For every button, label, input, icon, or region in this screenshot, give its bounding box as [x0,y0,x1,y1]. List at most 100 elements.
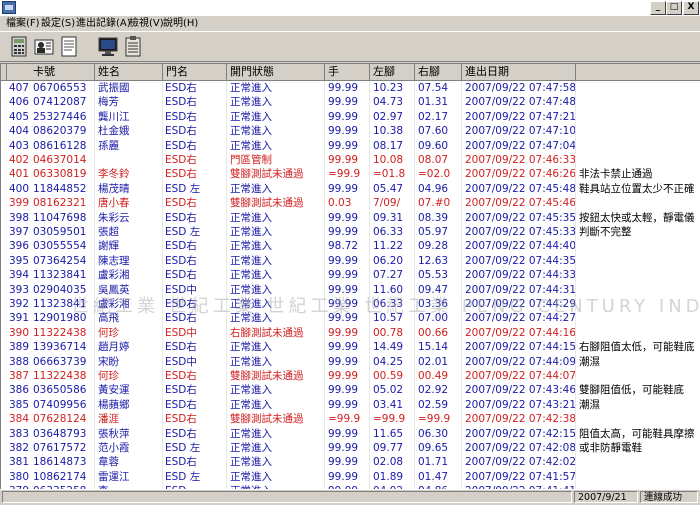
cell-name: 朱彩云 [98,211,130,224]
clipboard-icon[interactable] [122,35,144,58]
table-row[interactable]: 391 12901980 高飛 ESD右 正常進入 99.99 10.57 07.00 2007… [1,311,700,325]
cell-no: 385 [9,398,30,411]
cell-hand: 99.99 [328,341,359,354]
table-row[interactable]: 399 08162321 唐小春 ESD右 雙腳測試未通過 0.03 7/09/07.#0 2… [1,196,700,210]
cell-hand: 99.99 [328,82,359,94]
cell-hand: 99.99 [328,442,359,454]
cell-date: 2007/09/22 07:45:48 [465,182,575,195]
cell-hand: 99.99 [328,254,359,267]
cell-door: ESD右 [165,298,197,310]
cell-card: 03650586 [33,384,87,397]
cell-left: 05.47 [373,182,404,195]
menu-help[interactable]: 說明(H) [163,17,198,30]
cell-no: 394 [9,269,30,282]
cell-right: 06.30 [418,427,449,440]
menu-file[interactable]: 檔案(F) [6,17,40,30]
cell-right: 09.28 [418,240,449,253]
grid-header: 卡號 姓名 門名 開門狀態 手 左腳 右腳 進出日期 [1,64,700,81]
cell-door: ESD右 [165,110,197,123]
close-button[interactable]: X [683,1,699,15]
cell-name: 李冬鈴 [98,168,130,181]
cell-door: ESD右 [165,197,197,210]
cell-date: 2007/09/22 07:44:35 [465,254,575,267]
cell-door: ESD中 [165,283,197,296]
cell-door: ESD 左 [165,442,201,454]
table-row[interactable]: 406 07412087 梅芳 ESD右 正常進入 99.99 04.73 01.31 2007… [1,95,700,109]
document-icon[interactable] [58,35,80,58]
cell-hand: 99.99 [328,427,359,440]
user-card-icon[interactable] [33,35,55,58]
table-row[interactable]: 381 18614873 韋蓉 ESD右 正常進入 99.99 02.08 01.71 2007… [1,455,700,469]
cell-name: 盧彩湘 [98,269,130,282]
cell-card: 06706553 [33,82,87,94]
cell-left: 11.60 [373,283,404,296]
cell-name: 韋蓉 [98,456,119,469]
cell-hand: 99.99 [328,211,359,224]
menu-access-records[interactable]: 進出記錄(A) [76,17,131,30]
col-header-card[interactable]: 卡號 [7,64,95,80]
table-row[interactable]: 384 07628124 潘涯 ESD右 雙腳測試未通過 =99.9 =99.9 =99.9 2… [1,412,700,426]
cell-name: 張秋萍 [98,427,130,440]
table-row[interactable]: 393 02904035 吳鳳英 ESD中 正常進入 99.99 11.60 09.47 200… [1,283,700,297]
col-header-name[interactable]: 姓名 [95,64,163,80]
cell-left: 06.20 [373,254,404,267]
cell-name: 何珍 [98,326,119,339]
col-header-status[interactable]: 開門狀態 [227,64,325,80]
cell-right: 01.71 [418,456,449,469]
note-text: 按鈕太快或太輕，靜電儀 [579,211,695,224]
status-date: 2007/9/21 [574,491,638,503]
menu-bar: 檔案(F) 設定(S) 進出記錄(A) 檢視(V) 說明(H) [0,16,700,31]
cell-card: 02904035 [33,283,87,296]
cell-no: 403 [9,139,30,152]
table-row[interactable]: 396 03055554 謝輝 ESD右 正常進入 98.72 11.22 09.28 2007… [1,239,700,253]
cell-hand: 99.99 [328,96,359,109]
cell-name: 潘涯 [98,413,119,426]
col-header-hand[interactable]: 手 [325,64,370,80]
table-row[interactable]: 380 10862174 雷運江 ESD 左 正常進入 99.99 01.89 01.47 20… [1,470,700,484]
cell-right: 07.00 [418,312,449,325]
col-header-date[interactable]: 進出日期 [462,64,576,80]
menu-settings[interactable]: 設定(S) [41,17,75,30]
cell-name: 吳鳳英 [98,283,130,296]
menu-view[interactable]: 檢視(V) [129,17,164,30]
minimize-button[interactable]: _ [650,1,666,15]
table-row[interactable]: 403 08616128 孫麗 ESD右 正常進入 99.99 08.17 09.60 2007… [1,139,700,153]
note-text: 鞋具站立位置太少不正確 [579,182,695,195]
cell-door: ESD右 [165,125,197,138]
cell-date: 2007/09/22 07:41:57 [465,470,575,483]
table-row[interactable]: 402 04637014 ESD右 門區管制 99.99 10.08 08.07 2007/0… [1,153,700,167]
cell-card: 08616128 [33,139,87,152]
cell-hand: 99.99 [328,312,359,325]
cell-door: ESD中 [165,326,197,339]
note-text: 或非防靜電鞋 [579,442,642,454]
table-row[interactable]: 390 11322438 何珍 ESD中 右腳測試未通過 99.99 00.78 00.66 2… [1,326,700,340]
col-header-left-foot[interactable]: 左腳 [370,64,415,80]
access-log-grid[interactable]: 卡號 姓名 門名 開門狀態 手 左腳 右腳 進出日期 407 06706553 武振… [0,63,700,489]
note-text: 右腳阻值太低，可能鞋底 [579,341,695,354]
cell-date: 2007/09/22 07:44:07 [465,370,575,382]
cell-name: 陳志理 [98,254,130,267]
cell-card: 11047698 [33,211,87,224]
monitor-icon[interactable] [97,35,119,58]
calculator-icon[interactable] [8,35,30,58]
cell-left: 10.08 [373,154,404,166]
cell-left: 14.49 [373,341,404,354]
table-row[interactable]: 392 11323841 盧彩湘 ESD右 正常進入 99.99 06.33 03.36 200… [1,297,700,311]
col-header-right-foot[interactable]: 右腳 [415,64,462,80]
table-row[interactable]: 405 25327446 龔川江 ESD右 正常進入 99.99 02.97 02.17 200… [1,110,700,124]
table-row[interactable]: 407 06706553 武振國 ESD右 正常進入 99.99 10.23 07.54 200… [1,81,700,95]
toolbar [0,31,700,62]
cell-name: 楊茂晴 [98,182,130,195]
table-row[interactable]: 395 07364254 陳志理 ESD右 正常進入 99.99 06.20 12.63 200… [1,254,700,268]
col-header-notes[interactable] [576,64,700,80]
cell-door: ESD右 [165,269,197,282]
table-row[interactable]: 404 08620379 杜金娥 ESD右 正常進入 99.99 10.38 07.60 200… [1,124,700,138]
cell-status: 正常進入 [230,470,272,483]
table-row[interactable]: 387 11322438 何珍 ESD右 雙腳測試未通過 99.99 00.59 00.49 2… [1,369,700,383]
cell-name: 武振國 [98,82,130,94]
table-row[interactable]: 394 11323841 盧彩湘 ESD右 正常進入 99.99 07.27 05.53 200… [1,268,700,282]
cell-status: 門區管制 [230,154,272,166]
cell-status: 正常進入 [230,269,272,282]
maximize-button[interactable]: □ [666,1,682,15]
col-header-door[interactable]: 門名 [163,64,227,80]
